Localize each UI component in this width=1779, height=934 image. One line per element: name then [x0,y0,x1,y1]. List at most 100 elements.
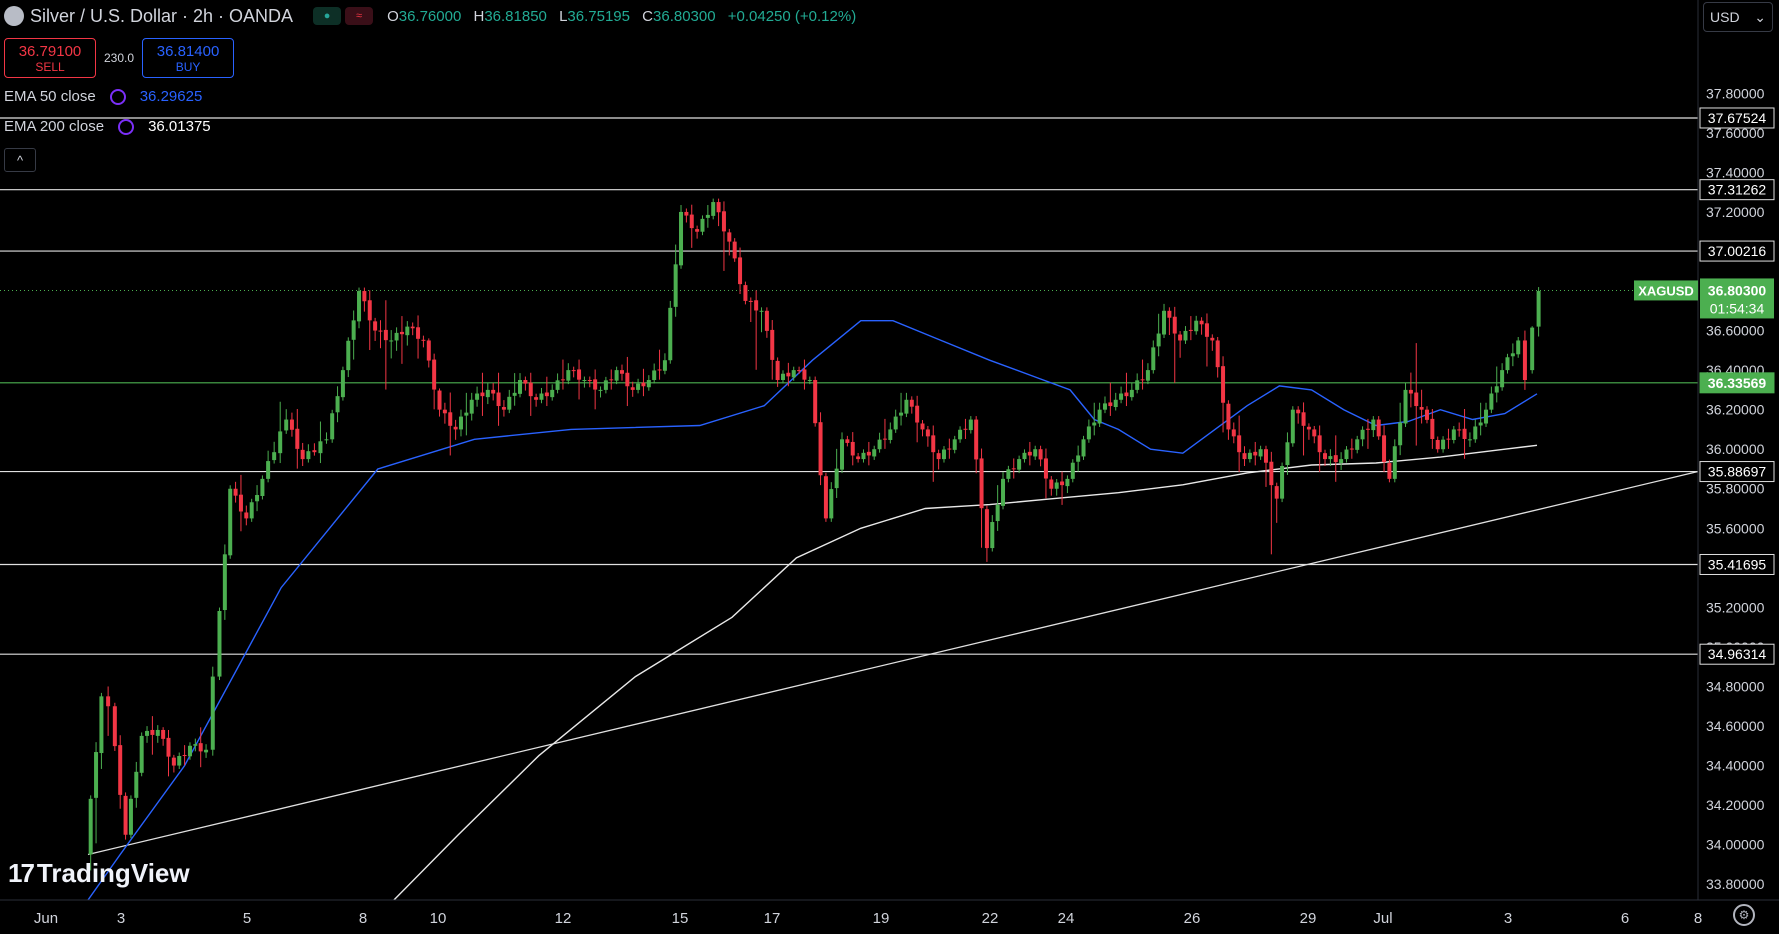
candle[interactable] [1387,459,1392,483]
candle[interactable] [1290,406,1295,447]
candle[interactable] [646,375,651,391]
candle[interactable] [238,474,243,532]
candle[interactable] [367,290,372,351]
candle[interactable] [984,505,989,562]
candle[interactable] [947,438,952,459]
candle[interactable] [931,425,936,482]
candle[interactable] [1178,331,1183,358]
symbol-title[interactable]: Silver / U.S. Dollar · 2h · OANDA [30,6,293,27]
candle[interactable] [990,515,995,552]
candle[interactable] [1199,317,1204,335]
candle[interactable] [813,376,818,427]
candle[interactable] [1156,313,1161,357]
candle[interactable] [829,482,834,522]
candle[interactable] [1140,359,1145,390]
candle[interactable] [1274,482,1279,523]
candle[interactable] [351,310,356,360]
ema50-line[interactable] [87,320,1538,901]
candle[interactable] [1530,326,1535,374]
candle[interactable] [1194,315,1199,335]
candle[interactable] [1489,386,1494,414]
candle[interactable] [845,435,850,447]
candle[interactable] [1478,402,1483,436]
candle[interactable] [340,366,345,401]
candle[interactable] [625,356,630,407]
candle[interactable] [1392,439,1397,483]
candle[interactable] [1237,415,1242,472]
candle[interactable] [544,376,549,407]
candle[interactable] [399,316,404,364]
candle[interactable] [797,366,802,374]
candle[interactable] [362,287,367,312]
candle[interactable] [464,392,469,436]
candle[interactable] [534,393,539,407]
candle[interactable] [716,198,721,227]
candle[interactable] [866,441,871,466]
candle[interactable] [145,726,150,743]
candle[interactable] [539,387,544,404]
candle[interactable] [915,395,920,443]
buy-button[interactable]: 36.81400 BUY [142,38,235,78]
candle[interactable] [222,544,227,620]
candle[interactable] [662,353,667,375]
candle[interactable] [1457,422,1462,437]
candle[interactable] [941,446,946,463]
candle[interactable] [255,485,260,512]
candle[interactable] [1070,459,1075,483]
candle[interactable] [1129,382,1134,401]
candle[interactable] [485,382,490,405]
candle[interactable] [979,448,984,548]
price-chart[interactable]: 37.8000037.6000037.4000037.2000036.60000… [0,0,1779,934]
candle[interactable] [437,388,442,417]
candle[interactable] [877,432,882,453]
candle[interactable] [453,419,458,440]
candle[interactable] [1339,452,1344,470]
candle[interactable] [1494,366,1499,403]
candle[interactable] [1505,353,1510,374]
candle[interactable] [1441,436,1446,453]
candle[interactable] [383,300,388,390]
candle[interactable] [995,485,1000,531]
candle[interactable] [228,485,233,559]
candle[interactable] [770,320,775,380]
candle[interactable] [426,338,431,368]
candle[interactable] [1408,372,1413,408]
candle[interactable] [958,426,963,443]
candle[interactable] [823,472,828,522]
candle[interactable] [802,359,807,390]
candle[interactable] [161,727,166,746]
candle[interactable] [1301,402,1306,456]
candle[interactable] [593,369,598,410]
candle[interactable] [657,349,662,380]
candle[interactable] [523,376,528,391]
candle[interactable] [893,409,898,433]
candle[interactable] [1355,435,1360,454]
candle[interactable] [840,432,845,474]
candle[interactable] [920,420,925,437]
candle[interactable] [673,244,678,317]
candle[interactable] [1102,396,1107,414]
candle[interactable] [432,353,437,410]
candle[interactable] [1414,343,1419,446]
candle[interactable] [1033,445,1038,460]
candle[interactable] [754,290,759,370]
candle[interactable] [300,442,305,467]
candle[interactable] [496,372,501,426]
currency-selector[interactable]: USD ⌄ [1703,2,1773,32]
candle[interactable] [856,452,861,463]
candle[interactable] [577,359,582,400]
candle[interactable] [679,205,684,269]
candle[interactable] [233,481,238,503]
candle[interactable] [1467,432,1472,447]
market-open-icon[interactable]: ● [313,7,342,25]
data-delay-icon[interactable]: ≈ [345,7,374,25]
candle[interactable] [491,382,496,401]
candle[interactable] [861,449,866,463]
candle[interactable] [1473,419,1478,443]
candle[interactable] [1360,426,1365,447]
candle[interactable] [134,761,139,808]
candle[interactable] [410,322,415,336]
candle[interactable] [1006,465,1011,483]
candle[interactable] [764,307,769,338]
candle[interactable] [1011,458,1016,479]
